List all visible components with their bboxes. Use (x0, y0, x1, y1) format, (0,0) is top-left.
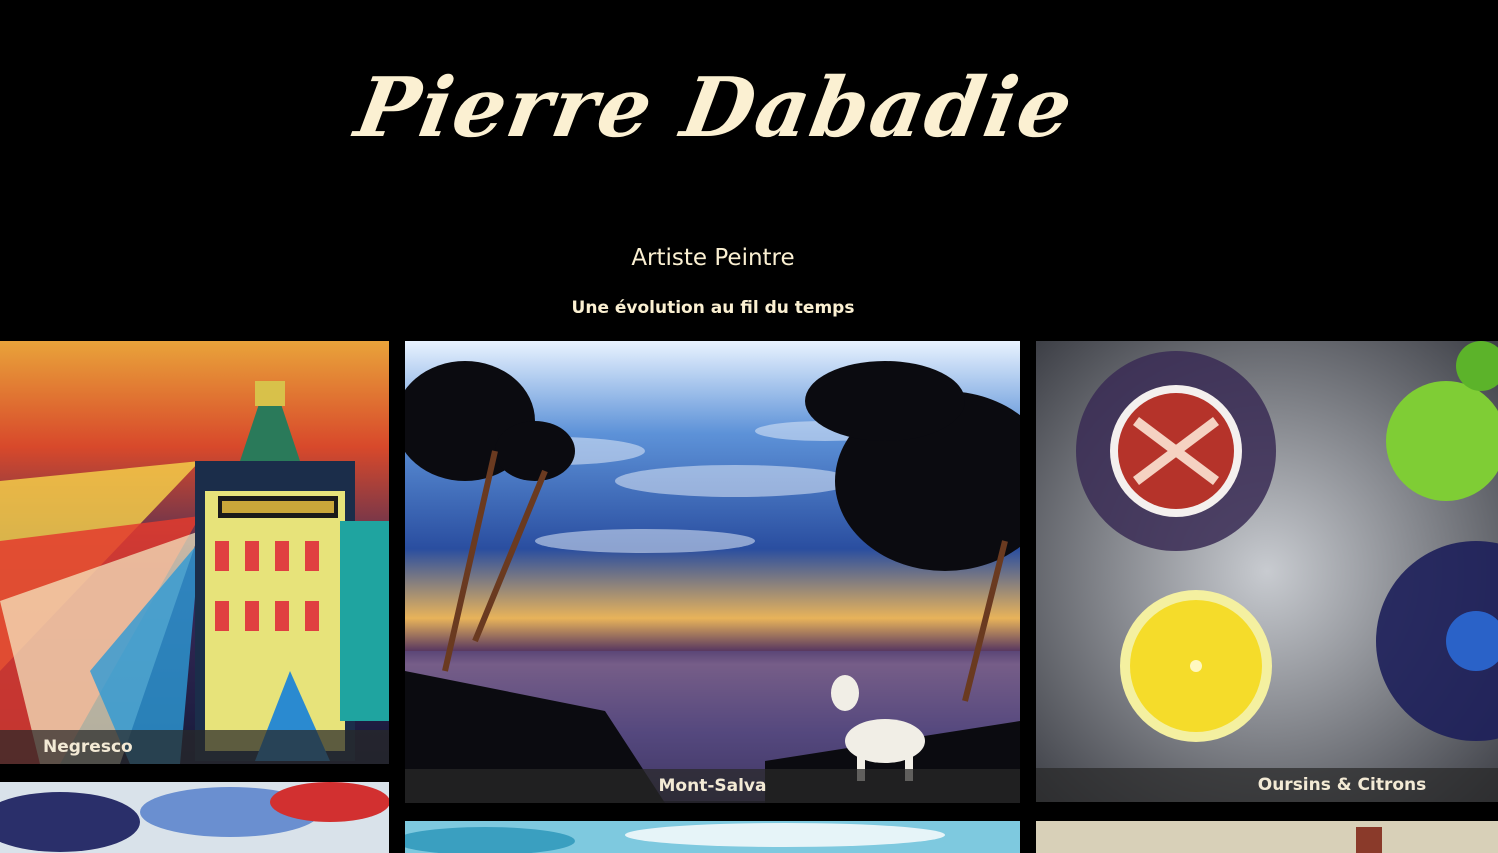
painting-image (0, 782, 389, 853)
painting-image (405, 341, 1020, 803)
gallery-item-oursins-citrons[interactable]: Oursins & Citrons (1036, 341, 1498, 802)
painting-image (0, 341, 389, 764)
gallery-caption: Mont-Salva (405, 769, 1020, 803)
painting-image (1036, 821, 1498, 853)
gallery-caption: Negresco (0, 730, 389, 764)
painting-image (1036, 341, 1498, 802)
site-subtitle: Artiste Peintre (631, 245, 795, 271)
gallery-item-row2-2[interactable] (405, 821, 1020, 853)
site-header: Pierre Dabadie Artiste Peintre Une évolu… (0, 0, 1498, 340)
gallery-item-mont-salva[interactable]: Mont-Salva (405, 341, 1020, 803)
site-title[interactable]: Pierre Dabadie (0, 60, 1438, 156)
painting-image (405, 821, 1020, 853)
gallery-item-row2-3[interactable] (1036, 821, 1498, 853)
gallery-item-row2-1[interactable] (0, 782, 389, 853)
gallery-caption: Oursins & Citrons (1036, 768, 1498, 802)
site-tagline: Une évolution au fil du temps (571, 298, 855, 318)
gallery-item-negresco[interactable]: Negresco (0, 341, 389, 764)
